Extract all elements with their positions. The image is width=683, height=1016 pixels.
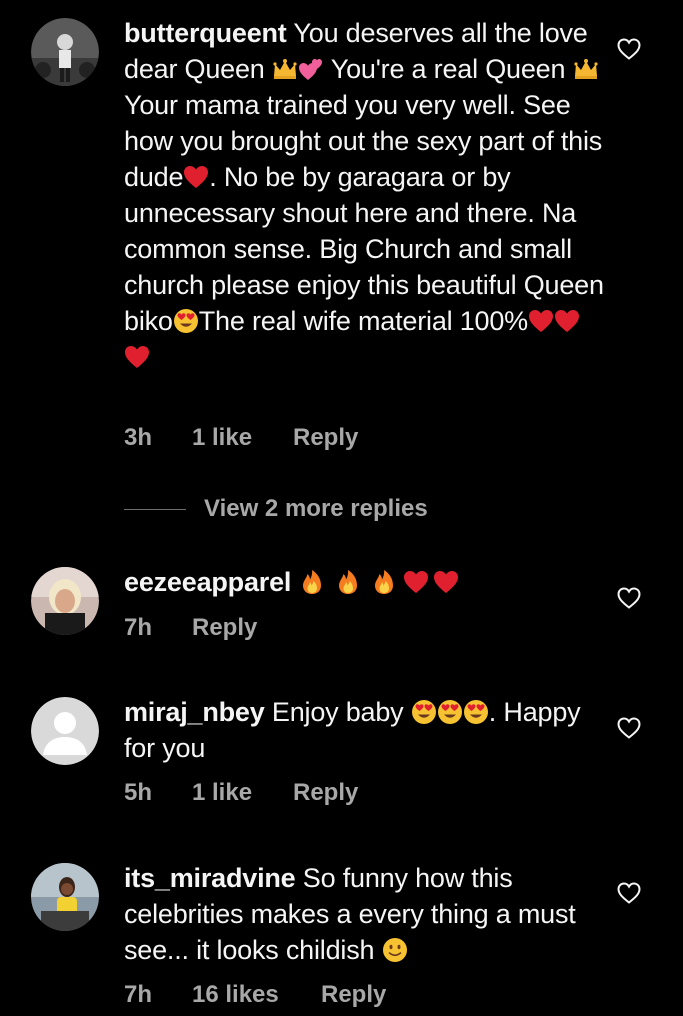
heart-eyes-emoji	[173, 308, 199, 334]
comment-text: The real wife material 100%	[198, 306, 528, 336]
like-heart-icon[interactable]	[617, 587, 641, 609]
comment-body: butterqueent You deserves all the love d…	[124, 15, 604, 375]
red-heart-emoji	[403, 569, 429, 595]
comment-meta: 7h 16 likes Reply	[124, 981, 386, 1009]
avatar[interactable]	[31, 18, 99, 86]
comment-username[interactable]: miraj_nbey	[124, 697, 265, 727]
comment-text: Enjoy baby	[271, 697, 411, 727]
slightly-smiling-emoji	[382, 937, 408, 963]
comment-time: 5h	[124, 779, 153, 806]
like-heart-icon[interactable]	[617, 38, 641, 60]
view-more-replies-label: View 2 more replies	[204, 495, 428, 522]
fire-emoji	[299, 569, 325, 595]
comment-username[interactable]: eezeeapparel	[124, 567, 291, 597]
crown-emoji	[573, 56, 599, 82]
comment-time: 3h	[124, 424, 153, 451]
avatar[interactable]	[31, 567, 99, 635]
divider-line	[124, 508, 186, 510]
like-heart-icon[interactable]	[617, 882, 641, 904]
comment-meta: 7h Reply	[124, 614, 257, 642]
comment-meta: 3h 1 like Reply	[124, 424, 358, 452]
red-heart-emoji	[183, 164, 209, 190]
comment-time: 7h	[124, 981, 153, 1008]
comment-time: 7h	[124, 614, 153, 641]
comment-text: You're a real Queen	[323, 54, 573, 84]
red-heart-emoji	[528, 308, 554, 334]
two-hearts-emoji	[298, 56, 324, 82]
avatar[interactable]	[31, 697, 99, 765]
reply-button[interactable]: Reply	[321, 981, 386, 1009]
fire-emoji	[371, 569, 397, 595]
comment-likes[interactable]: 1 like	[192, 779, 293, 807]
like-heart-icon[interactable]	[617, 717, 641, 739]
comment-body: eezeeapparel	[124, 564, 604, 600]
reply-button[interactable]: Reply	[293, 779, 358, 807]
comment-body: miraj_nbey Enjoy baby . Happy for you	[124, 694, 604, 766]
reply-button[interactable]: Reply	[192, 614, 257, 642]
reply-button[interactable]: Reply	[293, 424, 358, 452]
heart-eyes-emoji	[463, 699, 489, 725]
red-heart-emoji	[433, 569, 459, 595]
red-heart-emoji	[554, 308, 580, 334]
view-more-replies-button[interactable]: View 2 more replies	[124, 493, 428, 525]
comment-meta: 5h 1 like Reply	[124, 779, 358, 807]
heart-eyes-emoji	[411, 699, 437, 725]
avatar[interactable]	[31, 863, 99, 931]
comment-likes[interactable]: 1 like	[192, 424, 293, 452]
heart-eyes-emoji	[437, 699, 463, 725]
red-heart-emoji	[124, 344, 150, 370]
comment-username[interactable]: its_miradvine	[124, 863, 296, 893]
comment-username[interactable]: butterqueent	[124, 18, 287, 48]
comment-likes[interactable]: 16 likes	[192, 981, 321, 1009]
fire-emoji	[335, 569, 361, 595]
comment-body: its_miradvine So funny how this celebrit…	[124, 860, 604, 968]
crown-emoji	[272, 56, 298, 82]
